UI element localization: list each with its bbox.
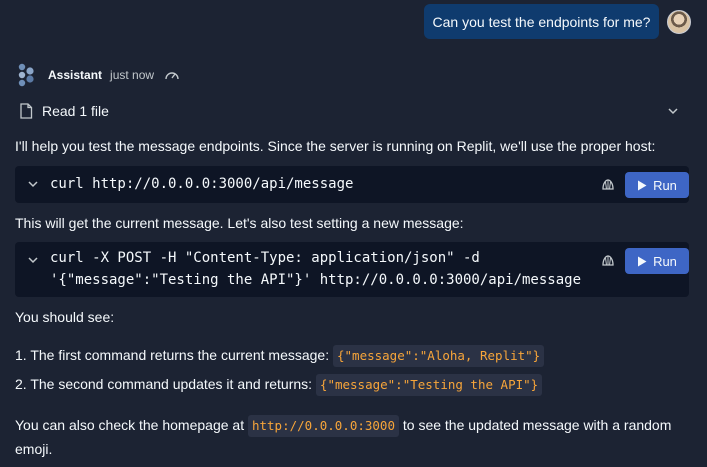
message-timestamp: just now <box>110 68 155 82</box>
run-button-label: Run <box>653 177 677 193</box>
run-button[interactable]: Run <box>625 248 689 274</box>
shell-icon <box>602 255 614 266</box>
replit-agent-logo-icon <box>18 63 34 87</box>
chat-panel: Can you test the endpoints for me? Assis… <box>0 0 707 467</box>
inline-code: {"message":"Testing the API"} <box>315 374 543 397</box>
should-see-text: You should see: <box>15 309 115 325</box>
code-block-1: curl http://0.0.0.0:3000/api/message Run <box>15 166 689 203</box>
shell-icon <box>602 179 614 190</box>
homepage-text-before: You can also check the homepage at <box>15 417 245 433</box>
user-message-row: Can you test the endpoints for me? <box>424 4 691 39</box>
speedometer-icon[interactable] <box>164 68 180 82</box>
chevron-down-icon[interactable] <box>666 104 680 118</box>
code-line-2: '{"message":"Testing the API"}' http://0… <box>50 272 582 288</box>
code-line: curl http://0.0.0.0:3000/api/message <box>50 176 354 192</box>
list-item: 1. The first command returns the current… <box>15 343 545 368</box>
chevron-down-icon[interactable] <box>27 178 39 190</box>
intro-text: I'll help you test the message endpoints… <box>15 138 656 154</box>
read-file-toggle[interactable]: Read 1 file <box>14 100 690 122</box>
list-item: 2. The second command updates it and ret… <box>15 372 543 397</box>
user-message-bubble: Can you test the endpoints for me? <box>424 4 659 39</box>
mid-text: This will get the current message. Let's… <box>15 215 464 231</box>
assistant-name: Assistant <box>48 68 103 82</box>
code-block-2: curl -X POST -H "Content-Type: applicati… <box>15 242 689 297</box>
list-item-text: 2. The second command updates it and ret… <box>15 376 313 392</box>
assistant-header: Assistant just now <box>16 62 180 88</box>
list-item-text: 1. The first command returns the current… <box>15 347 330 363</box>
file-icon <box>20 103 33 119</box>
run-button-label: Run <box>653 253 677 269</box>
homepage-url-code: http://0.0.0.0:3000 <box>247 415 399 438</box>
read-file-label: Read 1 file <box>42 103 109 119</box>
play-icon <box>638 256 647 266</box>
inline-code: {"message":"Aloha, Replit"} <box>333 345 545 368</box>
code-line-1: curl -X POST -H "Content-Type: applicati… <box>50 250 480 266</box>
run-button[interactable]: Run <box>625 172 689 198</box>
homepage-text: You can also check the homepage at http:… <box>15 413 672 438</box>
homepage-text-line2: emoji. <box>15 441 53 457</box>
chevron-down-icon[interactable] <box>27 254 39 266</box>
user-avatar[interactable] <box>667 9 691 34</box>
play-icon <box>638 180 647 190</box>
homepage-text-after: to see the updated message with a random <box>402 417 672 433</box>
